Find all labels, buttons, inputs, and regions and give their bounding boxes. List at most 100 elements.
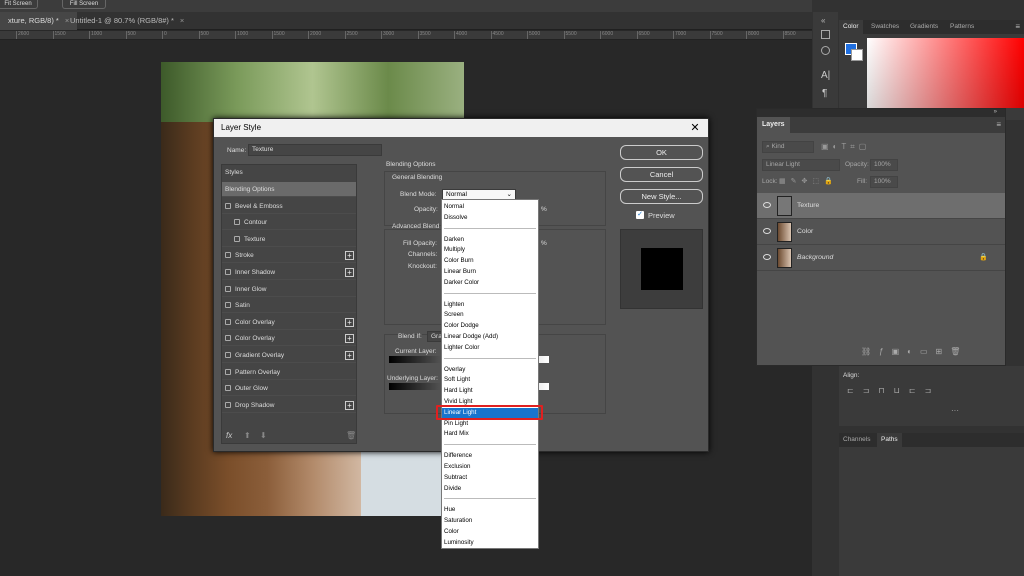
blend-mode-option[interactable]: Saturation [442,516,538,526]
fill-screen-button[interactable]: Fill Screen [62,0,106,9]
blend-mode-option[interactable]: Overlay [442,365,538,375]
checkbox[interactable] [234,235,240,242]
panel-menu-icon[interactable]: ≡ [1015,22,1020,31]
collapse-icon[interactable]: » [994,109,997,115]
layer-name[interactable]: Background [797,245,833,271]
checkbox[interactable] [225,252,231,259]
style-item[interactable]: Color Overlay + [222,315,356,330]
style-name-input[interactable]: Texture [248,144,382,156]
ok-button[interactable]: OK [620,145,703,160]
new-style-button[interactable]: New Style... [620,189,703,204]
tab-channels[interactable]: Channels [839,433,874,447]
layer-row-texture[interactable]: Texture [757,193,1005,219]
add-icon[interactable]: + [345,268,354,277]
style-item[interactable]: Color Overlay + [222,331,356,347]
checkbox[interactable] [225,368,231,375]
panel-menu-icon[interactable]: ≡ [996,120,1001,129]
blend-mode-option[interactable]: Normal [442,202,538,212]
blend-mode-option[interactable]: Pin Light [442,419,538,429]
style-item[interactable]: Outer Glow [222,381,356,397]
preview-checkbox[interactable]: ✓ [636,211,644,219]
tab-layers[interactable]: Layers [757,117,790,133]
style-item[interactable]: Inner Glow [222,282,356,297]
cancel-button[interactable]: Cancel [620,167,703,182]
blend-mode-option[interactable]: Color Burn [442,256,538,266]
checkbox[interactable] [225,318,231,325]
layer-row-background[interactable]: Background 🔒 [757,245,1005,271]
style-item[interactable]: Contour [222,215,356,231]
fill-input[interactable]: 100% [870,176,898,188]
tab-color[interactable]: Color [839,20,863,34]
blend-mode-option[interactable]: Screen [442,310,538,320]
move-down-icon[interactable]: ⬇ [260,431,267,440]
close-icon[interactable]: ✕ [688,121,702,135]
styles-header[interactable]: Styles [222,165,356,180]
blend-mode-option[interactable]: Subtract [442,473,538,483]
blend-mode-option[interactable]: Multiply [442,245,538,255]
blend-mode-option[interactable]: Exclusion [442,462,538,472]
tab-patterns[interactable]: Patterns [946,20,978,34]
style-item[interactable]: Pattern Overlay [222,365,356,380]
add-icon[interactable]: + [345,334,354,344]
style-item[interactable]: Drop Shadow + [222,398,356,413]
checkbox[interactable] [225,385,231,392]
blend-mode-option[interactable]: Hard Light [442,386,538,396]
style-item[interactable]: Inner Shadow + [222,265,356,280]
checkbox[interactable] [225,285,231,292]
style-item[interactable]: Stroke + [222,248,356,264]
checkbox[interactable] [225,269,231,275]
blend-mode-option[interactable]: Divide [442,484,538,494]
visibility-eye-icon[interactable] [763,254,771,260]
blend-mode-option[interactable]: Lighten [442,300,538,310]
checkbox[interactable] [225,335,231,342]
properties-icon[interactable] [821,46,830,55]
add-icon[interactable]: + [345,351,354,360]
blend-mode-option[interactable]: Hue [442,505,538,515]
background-color-swatch[interactable] [851,49,863,61]
paragraph-icon[interactable]: ¶ [822,88,827,99]
blend-mode-option[interactable]: Dissolve [442,213,538,223]
checkbox[interactable] [225,401,231,408]
blend-mode-option[interactable]: Darken [442,235,538,245]
history-icon[interactable] [821,30,830,39]
blend-mode-select[interactable]: Linear Light [762,159,840,171]
tab-paths[interactable]: Paths [877,433,902,447]
doc-tab-untitled[interactable]: Untitled-1 @ 80.7% (RGB/8#) * × [62,12,192,30]
collapse-icon[interactable]: « [821,16,825,25]
visibility-eye-icon[interactable] [763,202,771,208]
layers-bottom-toolbar[interactable]: ⛓ƒ▣◐▭⊞🗑 [861,347,968,356]
style-item[interactable]: Texture [222,232,356,247]
style-item[interactable]: Blending Options [222,182,356,197]
blend-mode-option[interactable]: Color [442,527,538,537]
tab-gradients[interactable]: Gradients [906,20,942,34]
trash-icon[interactable]: 🗑 [346,431,356,440]
checkbox[interactable] [234,219,240,226]
style-item[interactable]: Bevel & Emboss [222,199,356,214]
opacity-input[interactable]: 100% [870,159,898,171]
fit-screen-button[interactable]: Fit Screen [0,0,38,9]
blend-mode-option[interactable]: Hard Mix [442,429,538,439]
tab-swatches[interactable]: Swatches [867,20,903,34]
fx-icon[interactable]: fx [226,431,232,440]
blend-mode-option[interactable]: Lighter Color [442,343,538,353]
blend-mode-option[interactable]: Linear Dodge (Add) [442,332,538,342]
lock-icons[interactable]: ▦✎✥⬚🔒 [779,177,838,185]
layer-name[interactable]: Color [797,219,813,245]
filter-icons[interactable]: ▣◐T⌗▢ [821,142,870,152]
blend-mode-option[interactable]: Darker Color [442,278,538,288]
close-icon[interactable]: × [180,16,184,25]
move-up-icon[interactable]: ⬆ [244,431,251,440]
filter-kind-select[interactable]: ⌕ Kind [762,141,814,153]
checkbox[interactable] [225,302,231,309]
style-item[interactable]: Satin [222,298,356,314]
blend-mode-option[interactable]: Color Dodge [442,321,538,331]
layer-name[interactable]: Texture [797,193,819,219]
more-icon[interactable]: ··· [951,406,959,415]
style-item[interactable]: Gradient Overlay + [222,348,356,363]
visibility-eye-icon[interactable] [763,228,771,234]
add-icon[interactable]: + [345,251,354,261]
align-buttons[interactable]: ⊏⊐⊓⊔⊏⊐ [847,386,940,395]
layer-row-color[interactable]: Color [757,219,1005,245]
character-icon[interactable]: A| [821,70,830,81]
add-icon[interactable]: + [345,317,354,327]
